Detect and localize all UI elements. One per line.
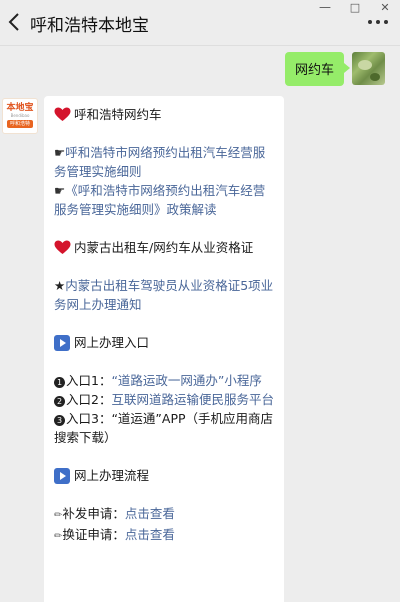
entry-label: 入口2： — [66, 392, 112, 407]
section-heading-process: 网上办理流程 — [54, 466, 274, 485]
link-text[interactable]: 呼和浩特市网络预约出租汽车经营服务管理实施细则 — [54, 145, 265, 179]
section-title: 内蒙古出租车/网约车从业资格证 — [74, 240, 254, 255]
user-avatar[interactable] — [352, 52, 385, 85]
outgoing-message: 网约车 — [284, 52, 385, 86]
pointing-hand-icon: ☛ — [54, 145, 66, 160]
play-icon — [54, 467, 70, 484]
section-title: 网上办理流程 — [74, 468, 150, 483]
entry-label: 入口3： — [66, 411, 112, 426]
number-badge-icon: 1 — [54, 377, 65, 388]
view-link[interactable]: 点击查看 — [125, 527, 175, 542]
process-label: 补发申请： — [62, 506, 125, 521]
entry-link[interactable]: “道路运政一网通办”小程序 — [111, 373, 261, 388]
entry-link[interactable]: 互联网道路运输便民服务平台 — [111, 392, 274, 407]
chat-header: 呼和浩特本地宝 — □ ✕ — [0, 0, 400, 46]
process-item: ✏补发申请：点击查看 — [54, 504, 274, 525]
entry-label: 入口1： — [66, 373, 112, 388]
account-logo-bar: 呼和浩特 — [7, 120, 33, 128]
section-heading-license: 内蒙古出租车/网约车从业资格证 — [54, 238, 274, 257]
section-title: 呼和浩特网约车 — [74, 107, 162, 122]
pointing-hand-icon: ☛ — [54, 183, 66, 198]
link-item[interactable]: ☛呼和浩特市网络预约出租汽车经营服务管理实施细则 — [54, 143, 274, 181]
window-controls: — □ ✕ — [310, 0, 400, 14]
process-item: ✏换证申请：点击查看 — [54, 525, 274, 546]
section-title: 网上办理入口 — [74, 335, 150, 350]
link-text[interactable]: 内蒙古出租车驾驶员从业资格证5项业务网上办理通知 — [54, 278, 273, 312]
number-badge-icon: 2 — [54, 396, 65, 407]
section-heading-ride-hailing: 呼和浩特网约车 — [54, 105, 274, 124]
outgoing-bubble: 网约车 — [284, 52, 351, 86]
section-heading-online-entry: 网上办理入口 — [54, 333, 274, 352]
link-item[interactable]: ☛《呼和浩特市网络预约出租汽车经营服务管理实施细则》政策解读 — [54, 181, 274, 219]
reply-bubble: 呼和浩特网约车 ☛呼和浩特市网络预约出租汽车经营服务管理实施细则 ☛《呼和浩特市… — [44, 96, 284, 602]
back-arrow-icon[interactable] — [4, 10, 26, 34]
heart-icon — [54, 107, 71, 121]
link-text[interactable]: 《呼和浩特市网络预约出租汽车经营服务管理实施细则》政策解读 — [54, 183, 265, 217]
heart-icon — [54, 240, 71, 254]
minimize-button[interactable]: — — [310, 0, 340, 14]
maximize-button[interactable]: □ — [340, 0, 370, 14]
number-badge-icon: 3 — [54, 415, 65, 426]
account-avatar[interactable]: 本地宝 Bendibao 呼和浩特 — [2, 98, 38, 134]
star-icon: ★ — [54, 278, 66, 293]
process-label: 换证申请： — [62, 527, 125, 542]
close-button[interactable]: ✕ — [370, 0, 400, 14]
account-logo-text: 本地宝 — [6, 103, 34, 113]
play-icon — [54, 334, 70, 351]
account-logo-sub: Bendibao — [10, 113, 30, 118]
entry-item: 3 入口3：“道运通”APP（手机应用商店搜索下载） — [54, 409, 274, 447]
entry-item: 2 入口2：互联网道路运输便民服务平台 — [54, 390, 274, 409]
link-item[interactable]: ★内蒙古出租车驾驶员从业资格证5项业务网上办理通知 — [54, 276, 274, 314]
chat-title: 呼和浩特本地宝 — [30, 16, 149, 36]
entry-item: 1 入口1：“道路运政一网通办”小程序 — [54, 371, 274, 390]
view-link[interactable]: 点击查看 — [125, 506, 175, 521]
more-options-icon[interactable] — [368, 19, 388, 25]
